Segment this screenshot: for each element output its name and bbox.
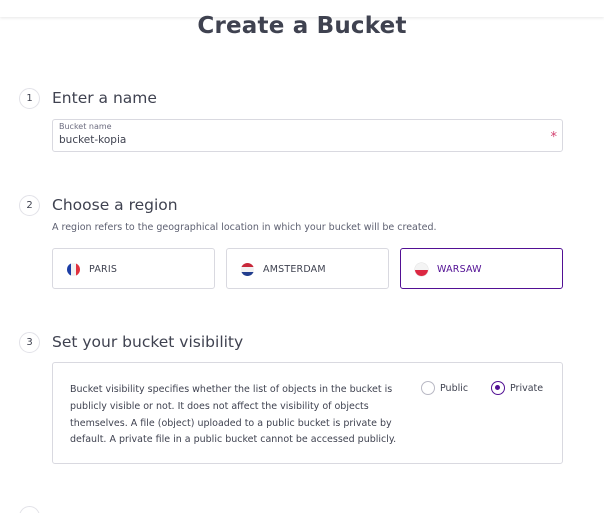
- region-label-paris: PARIS: [89, 264, 118, 275]
- bucket-name-input[interactable]: Bucket name bucket-kopia *: [52, 119, 563, 152]
- france-flag-icon: [67, 263, 80, 276]
- public-radio-label: Public: [440, 383, 469, 394]
- bucket-name-value[interactable]: bucket-kopia: [59, 134, 126, 146]
- public-radio[interactable]: [421, 381, 435, 395]
- bucket-name-label: Bucket name: [59, 122, 112, 131]
- step-2-title: Choose a region: [52, 196, 178, 214]
- private-radio-label: Private: [510, 383, 544, 394]
- step-1-number: 1: [19, 88, 40, 109]
- step-1-title: Enter a name: [52, 89, 157, 107]
- poland-flag-icon: [415, 263, 428, 276]
- step-3-title: Set your bucket visibility: [52, 333, 244, 351]
- step-4-number: [19, 506, 40, 513]
- region-option-warsaw[interactable]: WARSAW: [400, 248, 563, 289]
- region-description: A region refers to the geographical loca…: [52, 222, 437, 233]
- netherlands-flag-icon: [241, 263, 254, 276]
- private-radio[interactable]: [491, 381, 505, 395]
- step-3-number: 3: [19, 332, 40, 353]
- region-label-amsterdam: AMSTERDAM: [263, 264, 326, 275]
- region-label-warsaw: WARSAW: [437, 264, 482, 275]
- step-2-number: 2: [19, 195, 40, 216]
- visibility-card: Bucket visibility specifies whether the …: [52, 362, 563, 464]
- page-title: Create a Bucket: [197, 13, 407, 39]
- region-option-amsterdam[interactable]: AMSTERDAM: [226, 248, 389, 289]
- region-option-paris[interactable]: PARIS: [52, 248, 215, 289]
- visibility-description: Bucket visibility specifies whether the …: [70, 384, 397, 446]
- required-marker: *: [550, 130, 558, 145]
